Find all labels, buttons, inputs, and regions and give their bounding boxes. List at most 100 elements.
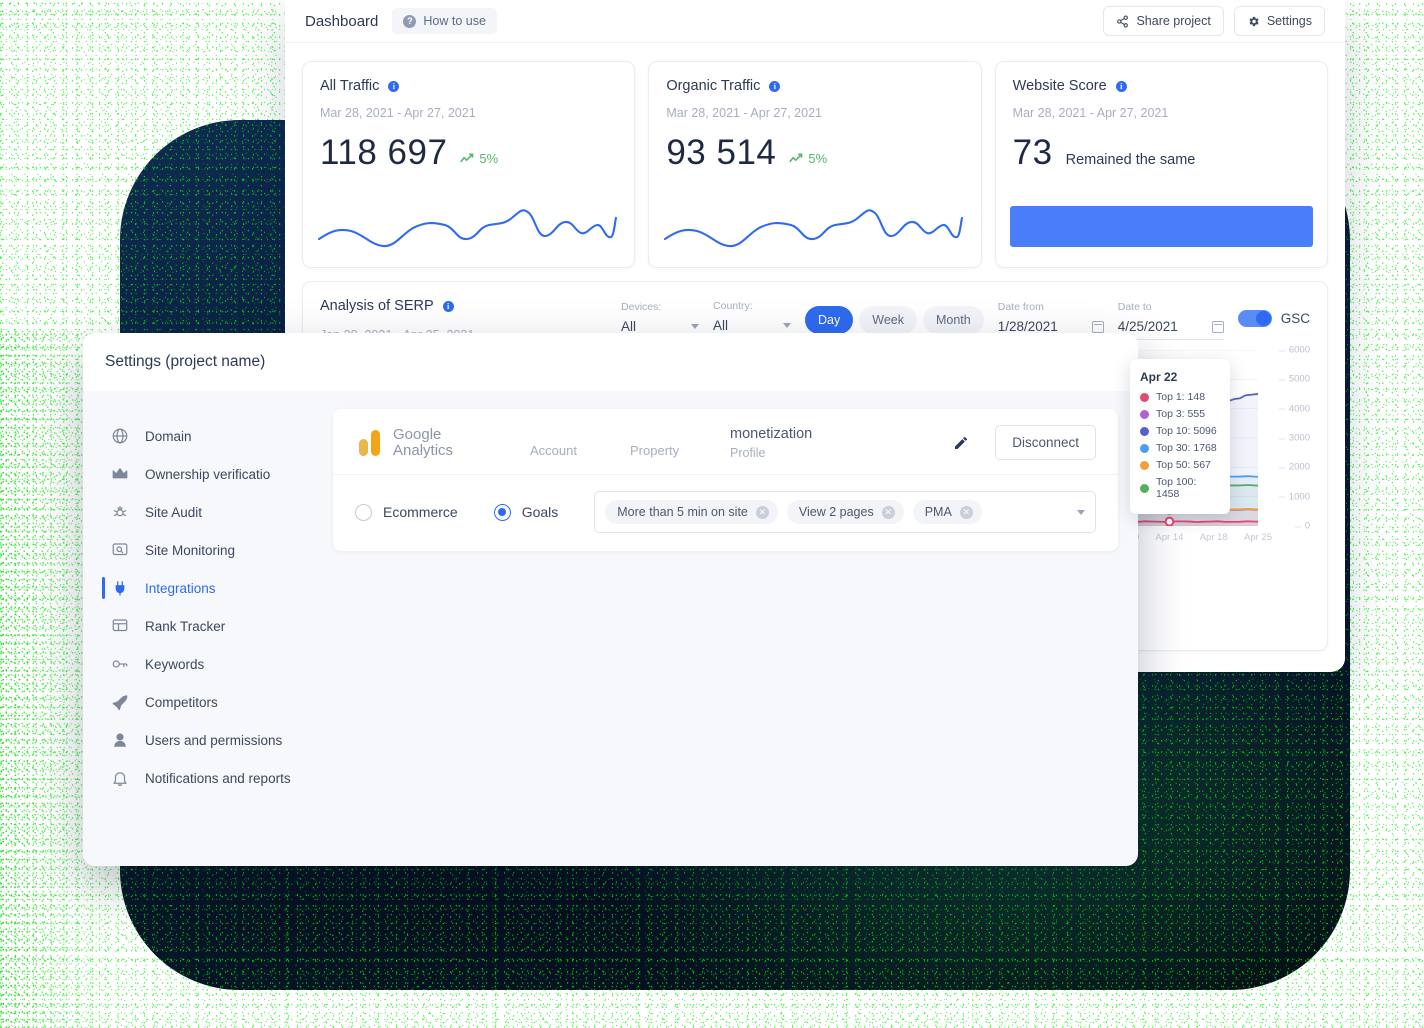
toggle-knob xyxy=(1255,311,1271,326)
bell-icon xyxy=(111,769,129,787)
sidebar-item-ownership-verificatio[interactable]: Ownership verificatio xyxy=(83,455,333,493)
serp-title: Analysis of SERP xyxy=(320,298,434,314)
chart-y-axis: 0 1000 2000 3000 4000 5000 6000 xyxy=(1264,345,1310,532)
help-icon: ? xyxy=(403,14,417,28)
legend-color-dot xyxy=(1140,460,1149,470)
property-field[interactable]: Property xyxy=(630,427,730,458)
y-axis-tick: 1000 xyxy=(1278,491,1310,503)
kpi-card-website-score: Website Score i Mar 28, 2021 - Apr 27, 2… xyxy=(994,61,1328,268)
sidebar-item-integrations[interactable]: Integrations xyxy=(83,569,333,607)
legend-color-dot xyxy=(1140,409,1149,419)
goals-multiselect[interactable]: More than 5 min on site ✕ View 2 pages ✕ PMA… xyxy=(594,491,1096,533)
kpi-title: All Traffic xyxy=(320,78,380,94)
chevron-down-icon[interactable] xyxy=(1077,509,1085,515)
close-icon[interactable]: ✕ xyxy=(959,505,973,519)
sidebar-item-rank-tracker[interactable]: Rank Tracker xyxy=(83,607,333,645)
legend-color-dot xyxy=(1140,483,1149,493)
sidebar-item-label: Rank Tracker xyxy=(145,618,226,634)
provider-name: Google Analytics xyxy=(393,426,454,459)
rocket-icon xyxy=(111,693,129,711)
key-icon xyxy=(111,655,129,673)
score-progress-bar xyxy=(1009,206,1313,247)
sidebar-item-site-monitoring[interactable]: Site Monitoring xyxy=(83,531,333,569)
kpi-delta-label: 5% xyxy=(479,151,499,166)
monitor-search-icon xyxy=(111,541,129,559)
calendar-icon[interactable] xyxy=(1091,320,1104,333)
legend-color-dot xyxy=(1140,426,1149,436)
granularity-week-button[interactable]: Week xyxy=(859,306,917,334)
chevron-down-icon xyxy=(783,323,792,328)
granularity-day-button[interactable]: Day xyxy=(805,306,854,334)
tooltip-row-label: Top 1: 148 xyxy=(1156,391,1206,403)
y-axis-tick: 0 xyxy=(1294,520,1310,532)
sidebar-item-notifications-and-reports[interactable]: Notifications and reports xyxy=(83,759,333,797)
goal-chip-label: View 2 pages xyxy=(798,505,874,519)
tooltip-row: Top 1: 148 xyxy=(1140,391,1220,403)
dashboard-header: Dashboard ? How to use Share project Set… xyxy=(285,0,1345,43)
serp-title-row: Analysis of SERP i xyxy=(320,298,474,314)
y-axis-tick: 3000 xyxy=(1278,432,1310,444)
pencil-icon[interactable] xyxy=(953,435,969,451)
profile-field[interactable]: monetization Profile xyxy=(730,426,945,460)
sidebar-item-label: Domain xyxy=(145,428,192,444)
kpi-value-row: 93 514 5% xyxy=(666,133,963,173)
kpi-title-row: All Traffic i xyxy=(320,78,617,94)
tooltip-row: Top 30: 1768 xyxy=(1140,442,1220,454)
info-icon[interactable]: i xyxy=(769,80,781,92)
gear-icon xyxy=(1249,16,1259,26)
date-to-field[interactable]: Date to 4/25/2021 xyxy=(1117,301,1224,340)
how-to-use-button[interactable]: ? How to use xyxy=(392,8,497,34)
tooltip-row-label: Top 30: 1768 xyxy=(1156,442,1217,454)
bug-icon xyxy=(111,503,129,521)
settings-window: Settings (project name) Domain Ownership … xyxy=(83,333,1138,866)
settings-header: Settings (project name) xyxy=(83,333,1138,391)
tooltip-row-label: Top 10: 5096 xyxy=(1156,425,1217,437)
kpi-value: 93 514 xyxy=(666,133,777,172)
date-to-value: 4/25/2021 xyxy=(1117,319,1178,334)
ecommerce-label: Ecommerce xyxy=(383,504,458,520)
gsc-toggle[interactable] xyxy=(1237,310,1272,327)
sidebar-item-label: Users and permissions xyxy=(145,732,283,748)
user-icon xyxy=(111,731,129,749)
sidebar-item-label: Integrations xyxy=(145,580,216,596)
sidebar-item-domain[interactable]: Domain xyxy=(83,417,333,455)
sidebar-item-site-audit[interactable]: Site Audit xyxy=(83,493,333,531)
ga-mark-svg xyxy=(359,429,380,456)
kpi-value-row: 118 697 5% xyxy=(320,133,617,173)
profile-value: monetization xyxy=(730,425,813,442)
x-axis-tick: Apr 18 xyxy=(1199,532,1228,543)
goal-chip[interactable]: PMA ✕ xyxy=(912,500,982,524)
goal-chip[interactable]: View 2 pages ✕ xyxy=(786,500,904,524)
account-field[interactable]: Account xyxy=(530,427,630,458)
share-project-button[interactable]: Share project xyxy=(1103,6,1224,36)
info-icon[interactable]: i xyxy=(388,80,400,92)
kpi-title-row: Website Score i xyxy=(1013,78,1310,94)
goal-chip[interactable]: More than 5 min on site ✕ xyxy=(605,500,778,524)
calendar-icon[interactable] xyxy=(1211,320,1224,333)
how-to-use-label: How to use xyxy=(423,14,486,28)
sidebar-item-users-and-permissions[interactable]: Users and permissions xyxy=(83,721,333,759)
goals-radio[interactable]: Goals xyxy=(493,503,558,521)
kpi-delta: 5% xyxy=(789,151,827,166)
sidebar-item-competitors[interactable]: Competitors xyxy=(83,683,333,721)
close-icon[interactable]: ✕ xyxy=(755,505,769,519)
date-from-value: 1/28/2021 xyxy=(997,319,1058,334)
info-icon[interactable]: i xyxy=(442,300,454,312)
google-analytics-integration-card: Google Analytics Account Property moneti… xyxy=(333,409,1118,551)
settings-button[interactable]: Settings xyxy=(1233,6,1325,36)
info-icon[interactable]: i xyxy=(1115,80,1127,92)
disconnect-button[interactable]: Disconnect xyxy=(995,425,1096,460)
tooltip-rows: Top 1: 148 Top 3: 555 Top 10: 5096 Top 30: … xyxy=(1140,391,1220,500)
google-analytics-logo: Google Analytics xyxy=(355,426,530,459)
close-icon[interactable]: ✕ xyxy=(881,505,895,519)
provider-name-line2: Analytics xyxy=(393,441,454,459)
sidebar-item-label: Notifications and reports xyxy=(145,770,291,786)
gsc-label: GSC xyxy=(1280,311,1310,326)
granularity-month-button[interactable]: Month xyxy=(922,306,984,334)
kpi-date-range: Mar 28, 2021 - Apr 27, 2021 xyxy=(320,106,476,120)
country-label: Country: xyxy=(713,300,753,312)
ecommerce-radio[interactable]: Ecommerce xyxy=(355,503,458,521)
kpi-value-row: 73 Remained the same xyxy=(1013,133,1310,173)
sidebar-item-keywords[interactable]: Keywords xyxy=(83,645,333,683)
date-to-label: Date to xyxy=(1117,301,1152,313)
